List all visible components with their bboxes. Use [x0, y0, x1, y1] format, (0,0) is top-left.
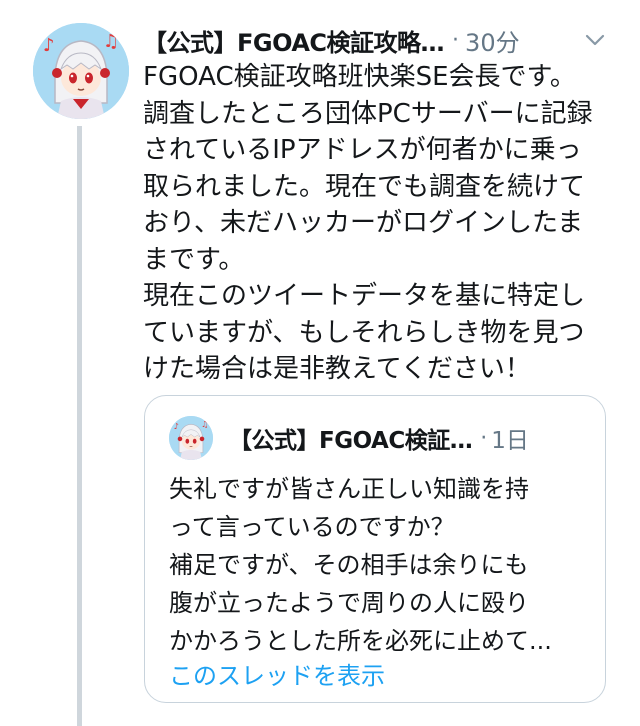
chevron-down-icon[interactable]: [581, 26, 609, 54]
quoted-text-line: かかろうとした所を必死に止めて...: [169, 627, 552, 655]
tweet-header: 【公式】FGOAC検証攻略… · 30分: [143, 20, 623, 60]
quoted-text: 失礼ですが皆さん正しい知識を持 って言っているのですか？ 補足ですが、その相手は…: [169, 470, 552, 660]
quoted-text-line: 補足ですが、その相手は余りにも: [169, 551, 529, 579]
quoted-text-line: って言っているのですか？: [169, 513, 455, 541]
tweet-text-line: おり、未だハッカーがログインしたま: [143, 208, 584, 238]
svg-text:♪: ♪: [43, 35, 55, 56]
quoted-avatar[interactable]: ♪ ♫: [169, 416, 213, 460]
quoted-timestamp[interactable]: 1日: [491, 421, 529, 455]
meta-separator: ·: [452, 27, 460, 53]
svg-text:♫: ♫: [201, 419, 208, 429]
author-name[interactable]: 【公式】FGOAC検証攻略…: [143, 23, 445, 58]
quoted-text-line: 失礼ですが皆さん正しい知識を持: [169, 475, 529, 503]
quoted-text-line: 腹が立ったようで周りの人に殴り: [169, 589, 529, 617]
svg-text:♫: ♫: [103, 31, 119, 52]
quoted-header: 【公式】FGOAC検証… · 1日: [229, 420, 529, 456]
tweet-text-line: ていますが、もしそれらしき物を見つ: [143, 317, 585, 348]
tweet-text-line: されているIPアドレスが何者かに乗っ: [143, 135, 582, 165]
tweet-text-line: けた場合は是非教えてください！: [143, 354, 531, 384]
tweet-text-line: FGOAC検証攻略班快楽SE会長です。: [143, 62, 576, 92]
show-thread-link[interactable]: このスレッドを表示: [169, 656, 385, 691]
tweet-text-line: 調査したところ団体PCサーバーに記録: [143, 98, 593, 129]
quoted-tweet[interactable]: ♪ ♫ 【公式】FGOAC検証… · 1日 失礼ですが皆さん正しい知識を持 って…: [144, 395, 606, 703]
thread-line: [77, 126, 82, 726]
avatar[interactable]: ♪ ♫: [33, 23, 129, 119]
tweet-text: FGOAC検証攻略班快楽SE会長です。 調査したところ団体PCサーバーに記録 さ…: [143, 59, 623, 388]
tweet-text-line: 現在このツイートデータを基に特定し: [143, 281, 586, 311]
quoted-meta-separator: ·: [480, 425, 488, 451]
tweet-text-line: まです。: [143, 244, 245, 275]
quoted-avatar-image: ♪ ♫: [169, 416, 213, 460]
svg-text:♪: ♪: [174, 421, 179, 431]
avatar-image: ♪ ♫: [33, 23, 129, 119]
tweet-text-line: 取られました。現在でも調査を続けて: [143, 171, 586, 202]
quoted-author-name[interactable]: 【公式】FGOAC検証…: [229, 421, 473, 455]
timestamp[interactable]: 30分: [465, 23, 520, 58]
